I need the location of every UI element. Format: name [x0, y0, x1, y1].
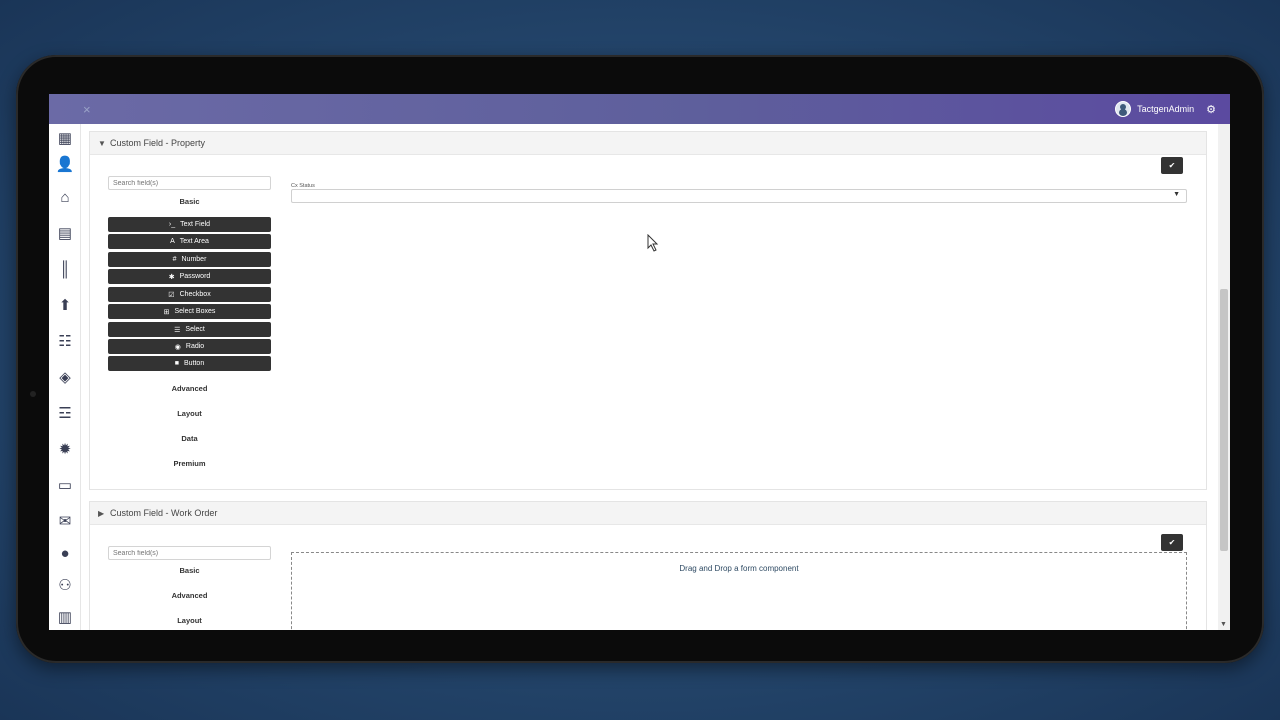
tag-icon[interactable]: ◈: [55, 368, 75, 386]
component-text-area-button[interactable]: A Text Area: [108, 234, 271, 249]
component-button-button[interactable]: ■ Button: [108, 356, 271, 371]
building-icon[interactable]: ▥: [55, 608, 75, 626]
scroll-down-arrow-icon[interactable]: ▼: [1220, 621, 1227, 628]
scrollbar-thumb[interactable]: [1220, 289, 1228, 551]
list-icon: ☰: [174, 326, 181, 334]
mail-icon[interactable]: ✉: [55, 512, 75, 530]
check-icon: ✔: [1168, 538, 1176, 547]
save-check-button[interactable]: ✔: [1161, 534, 1183, 551]
dashboard-settings-icon[interactable]: ▦: [55, 129, 75, 147]
panel-title: Custom Field - Property: [110, 138, 206, 148]
user-icon[interactable]: ●: [55, 544, 75, 562]
group-advanced[interactable]: Advanced: [108, 591, 271, 600]
monitor-icon[interactable]: ▭: [55, 476, 75, 494]
radio-icon: ◉: [174, 343, 181, 351]
group-layout[interactable]: Layout: [108, 409, 271, 418]
top-bar: × TactgenAdmin ⚙: [49, 94, 1230, 124]
component-select-button[interactable]: ☰ Select: [108, 322, 271, 337]
settings-gear-icon[interactable]: ⚙: [1206, 103, 1216, 116]
group-data[interactable]: Data: [108, 434, 271, 443]
sidebar: ▦ 👤 ⌂ ▤ ║ ⬆ ☷ ◈ ☲ ✹ ▭ ✉ ● ⚇ ▥: [49, 124, 81, 630]
hashtag-icon: #: [172, 256, 177, 263]
font-icon: A: [170, 238, 175, 245]
checkbox-icon: ☑: [168, 291, 175, 299]
users-icon[interactable]: ⚇: [55, 576, 75, 594]
username-label: TactgenAdmin: [1137, 104, 1195, 114]
panel-custom-field-property: ▼ Custom Field - Property Basic ›_Text F…: [89, 131, 1207, 490]
add-user-icon[interactable]: 👤: [55, 155, 75, 173]
component-select-boxes-button[interactable]: ⊞ Select Boxes: [108, 304, 271, 319]
main-content: ▼ Custom Field - Property Basic ›_Text F…: [89, 124, 1217, 630]
close-icon[interactable]: ×: [83, 102, 91, 117]
terminal-icon: ›_: [168, 221, 176, 228]
group-premium[interactable]: Premium: [108, 459, 271, 468]
component-radio-button[interactable]: ◉ Radio: [108, 339, 271, 354]
group-basic[interactable]: Basic: [108, 197, 271, 206]
dropzone-text: Drag and Drop a form component: [679, 564, 799, 573]
group-advanced[interactable]: Advanced: [108, 384, 271, 393]
building-settings-icon[interactable]: ▤: [55, 224, 75, 242]
group-basic[interactable]: Basic: [108, 566, 271, 575]
plus-square-icon: ⊞: [163, 308, 170, 316]
meter-icon[interactable]: ║: [55, 260, 75, 278]
chevron-down-icon: ▼: [98, 138, 106, 148]
checklist-icon[interactable]: ☷: [55, 332, 75, 350]
panel-custom-field-work-order: ▶ Custom Field - Work Order Basic Advanc…: [89, 501, 1207, 630]
component-password-button[interactable]: ✱ Password: [108, 269, 271, 284]
component-text-field-button[interactable]: ›_ Text Field: [108, 217, 271, 232]
vertical-scrollbar[interactable]: ▼: [1218, 124, 1230, 630]
cx-status-select[interactable]: ▼: [291, 189, 1187, 203]
caret-down-icon: ▼: [1173, 191, 1180, 198]
chevron-right-icon: ▶: [98, 508, 105, 518]
mouse-cursor-icon: [647, 234, 659, 252]
search-fields-input[interactable]: [108, 546, 271, 560]
component-checkbox-button[interactable]: ☑ Checkbox: [108, 287, 271, 302]
stop-icon: ■: [174, 360, 179, 367]
form-settings-icon[interactable]: ☲: [55, 404, 75, 422]
avatar: [1115, 101, 1132, 117]
badge-settings-icon[interactable]: ✹: [55, 440, 75, 458]
user-menu[interactable]: TactgenAdmin ⚙: [1115, 101, 1216, 117]
panel-header[interactable]: ▶ Custom Field - Work Order: [90, 502, 1206, 525]
check-icon: ✔: [1168, 161, 1176, 170]
property-settings-icon[interactable]: ⌂: [55, 188, 75, 206]
camera-dot: [30, 391, 36, 397]
panel-title: Custom Field - Work Order: [110, 508, 218, 518]
asterisk-icon: ✱: [168, 273, 175, 281]
group-layout[interactable]: Layout: [108, 616, 271, 625]
upload-icon[interactable]: ⬆: [55, 296, 75, 314]
save-check-button[interactable]: ✔: [1161, 157, 1183, 174]
app-screen: × TactgenAdmin ⚙ ▦ 👤 ⌂ ▤ ║ ⬆ ☷ ◈ ☲ ✹ ▭ ✉…: [49, 94, 1230, 630]
panel-header[interactable]: ▼ Custom Field - Property: [90, 132, 1206, 155]
component-number-button[interactable]: # Number: [108, 252, 271, 267]
search-fields-input[interactable]: [108, 176, 271, 190]
form-dropzone[interactable]: Drag and Drop a form component: [291, 552, 1187, 630]
